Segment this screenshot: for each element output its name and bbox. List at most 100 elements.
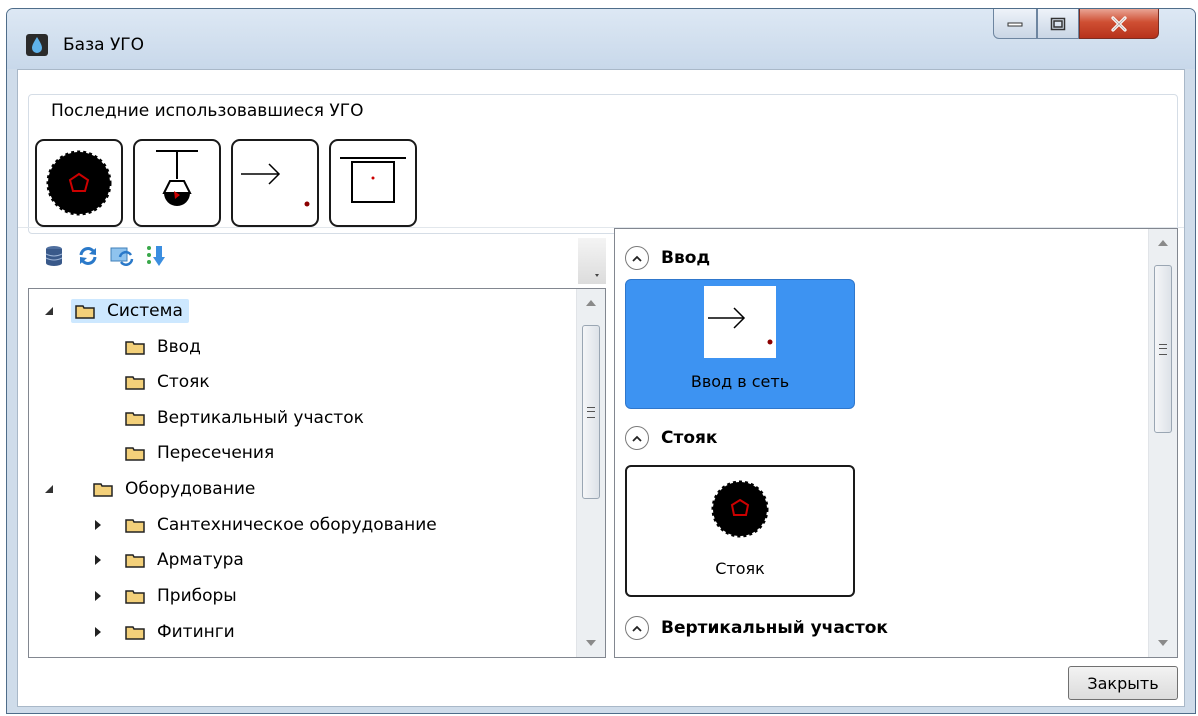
tree-label-inlet: Ввод [157,337,201,357]
minimize-button[interactable] [993,9,1037,39]
scroll-up-icon [1158,240,1168,246]
tree-scroll-thumb[interactable] [582,325,600,499]
folder-icon [125,625,145,640]
database-icon [45,246,63,266]
expanded-arrow-icon[interactable] [43,482,57,496]
grip-icon [587,406,595,418]
tree-node-sanitary-equipment[interactable]: Сантехническое оборудование [91,508,437,542]
close-window-button[interactable] [1079,9,1159,39]
folder-icon [75,304,95,319]
tree-node-system[interactable]: Система [43,294,189,328]
expanded-arrow-icon[interactable] [43,304,57,318]
folder-icon [125,340,145,355]
database-button[interactable] [42,244,66,268]
scroll-up-button[interactable] [1149,229,1177,257]
symbols-scrollbar[interactable] [1148,229,1177,657]
tree-label-valves: Арматура [157,550,244,570]
tree-node-vertical-section[interactable]: Вертикальный участок [125,401,364,435]
group-title-inlet: Ввод [661,248,711,268]
symbols-scroll-thumb[interactable] [1154,265,1172,433]
recent-symbol-riser[interactable] [35,139,123,227]
symbol-thumbnail [704,473,776,545]
dialog-client-area: Последние использовавшиеся УГО Система В… [17,69,1185,707]
app-icon [26,34,48,56]
maximize-button[interactable] [1037,9,1079,39]
tree-node-devices[interactable]: Приборы [91,579,237,613]
symbol-card-inlet[interactable]: Ввод в сеть [625,279,855,409]
inlet-arrow-icon [241,163,310,207]
folder-icon [125,518,145,533]
group-header-inlet[interactable]: Ввод [625,243,710,273]
minimize-icon [1007,22,1023,26]
scroll-down-button[interactable] [577,629,605,657]
scroll-down-icon [1158,640,1168,646]
tree-node-fittings-valves[interactable]: Арматура [91,543,244,577]
scroll-down-icon [586,640,596,646]
scroll-up-button[interactable] [577,289,605,317]
toolbar-overflow-button[interactable] [578,238,606,284]
riser-symbol-icon [711,480,769,538]
tree-label-crossings: Пересечения [157,443,275,463]
recent-symbol-crossing[interactable] [329,139,417,227]
tree-node-riser[interactable]: Стояк [125,365,210,399]
tree-label-vertical-section: Вертикальный участок [157,408,364,428]
valve-symbol-icon [156,150,198,206]
collapsed-arrow-icon[interactable] [91,518,105,532]
collapsed-arrow-icon[interactable] [91,589,105,603]
tree-node-inlet[interactable]: Ввод [125,330,201,364]
group-header-riser[interactable]: Стояк [625,423,717,453]
title-bar[interactable]: База УГО [7,9,1195,69]
tree-label-system: Система [107,301,183,321]
category-tree: Система Ввод Стояк Вертикальный участок … [28,288,606,658]
sort-down-icon [147,246,165,266]
refresh-icon [79,247,97,265]
group-title-riser: Стояк [661,428,718,448]
recent-symbols-group: Последние использовавшиеся УГО [28,94,1178,234]
folder-icon [125,446,145,461]
overflow-chevron-icon [595,274,599,277]
sync-button[interactable] [110,244,134,268]
tree-node-equipment[interactable]: Оборудование [43,472,255,506]
tree-label-riser: Стояк [157,372,210,392]
scroll-down-button[interactable] [1149,629,1177,657]
close-icon [1111,15,1127,32]
chevron-up-icon [632,625,642,632]
collapse-button[interactable] [625,616,649,640]
tree-label-sanitary-equipment: Сантехническое оборудование [157,515,437,535]
collapse-button[interactable] [625,246,649,270]
inlet-arrow-icon [708,307,773,345]
tree-node-crossings[interactable]: Пересечения [125,436,274,470]
riser-symbol-icon [46,150,112,216]
tree-label-devices: Приборы [157,586,237,606]
group-header-vertical-section[interactable]: Вертикальный участок [625,613,888,643]
maximize-icon [1050,17,1066,30]
collapsed-arrow-icon[interactable] [91,553,105,567]
collapsed-arrow-icon[interactable] [91,625,105,639]
folder-icon [125,411,145,426]
recent-symbol-inlet[interactable] [231,139,319,227]
chevron-up-icon [632,255,642,262]
collapse-button[interactable] [625,426,649,450]
sort-button[interactable] [144,244,168,268]
chevron-up-icon [632,435,642,442]
tree-node-fittings[interactable]: Фитинги [91,615,235,649]
grip-icon [1159,343,1167,355]
tree-scrollbar[interactable] [576,289,605,657]
folder-icon [93,482,113,497]
group-title-vertical-section: Вертикальный участок [661,618,888,638]
tree-label-equipment: Оборудование [125,479,256,499]
scroll-up-icon [586,300,596,306]
symbol-card-label: Ввод в сеть [690,372,790,391]
tree-selection: Система [71,299,189,323]
folder-icon [125,375,145,390]
symbol-card-label: Стояк [715,559,765,578]
sync-icon [110,247,134,266]
refresh-button[interactable] [76,244,100,268]
crossing-symbol-icon [340,157,406,203]
recent-symbol-valve[interactable] [133,139,221,227]
symbols-panel: Ввод Ввод в сеть Стояк Стояк Вертикальны… [614,228,1178,658]
folder-icon [125,553,145,568]
close-button[interactable]: Закрыть [1068,666,1178,700]
window-title: База УГО [63,35,145,55]
symbol-card-riser[interactable]: Стояк [625,465,855,597]
